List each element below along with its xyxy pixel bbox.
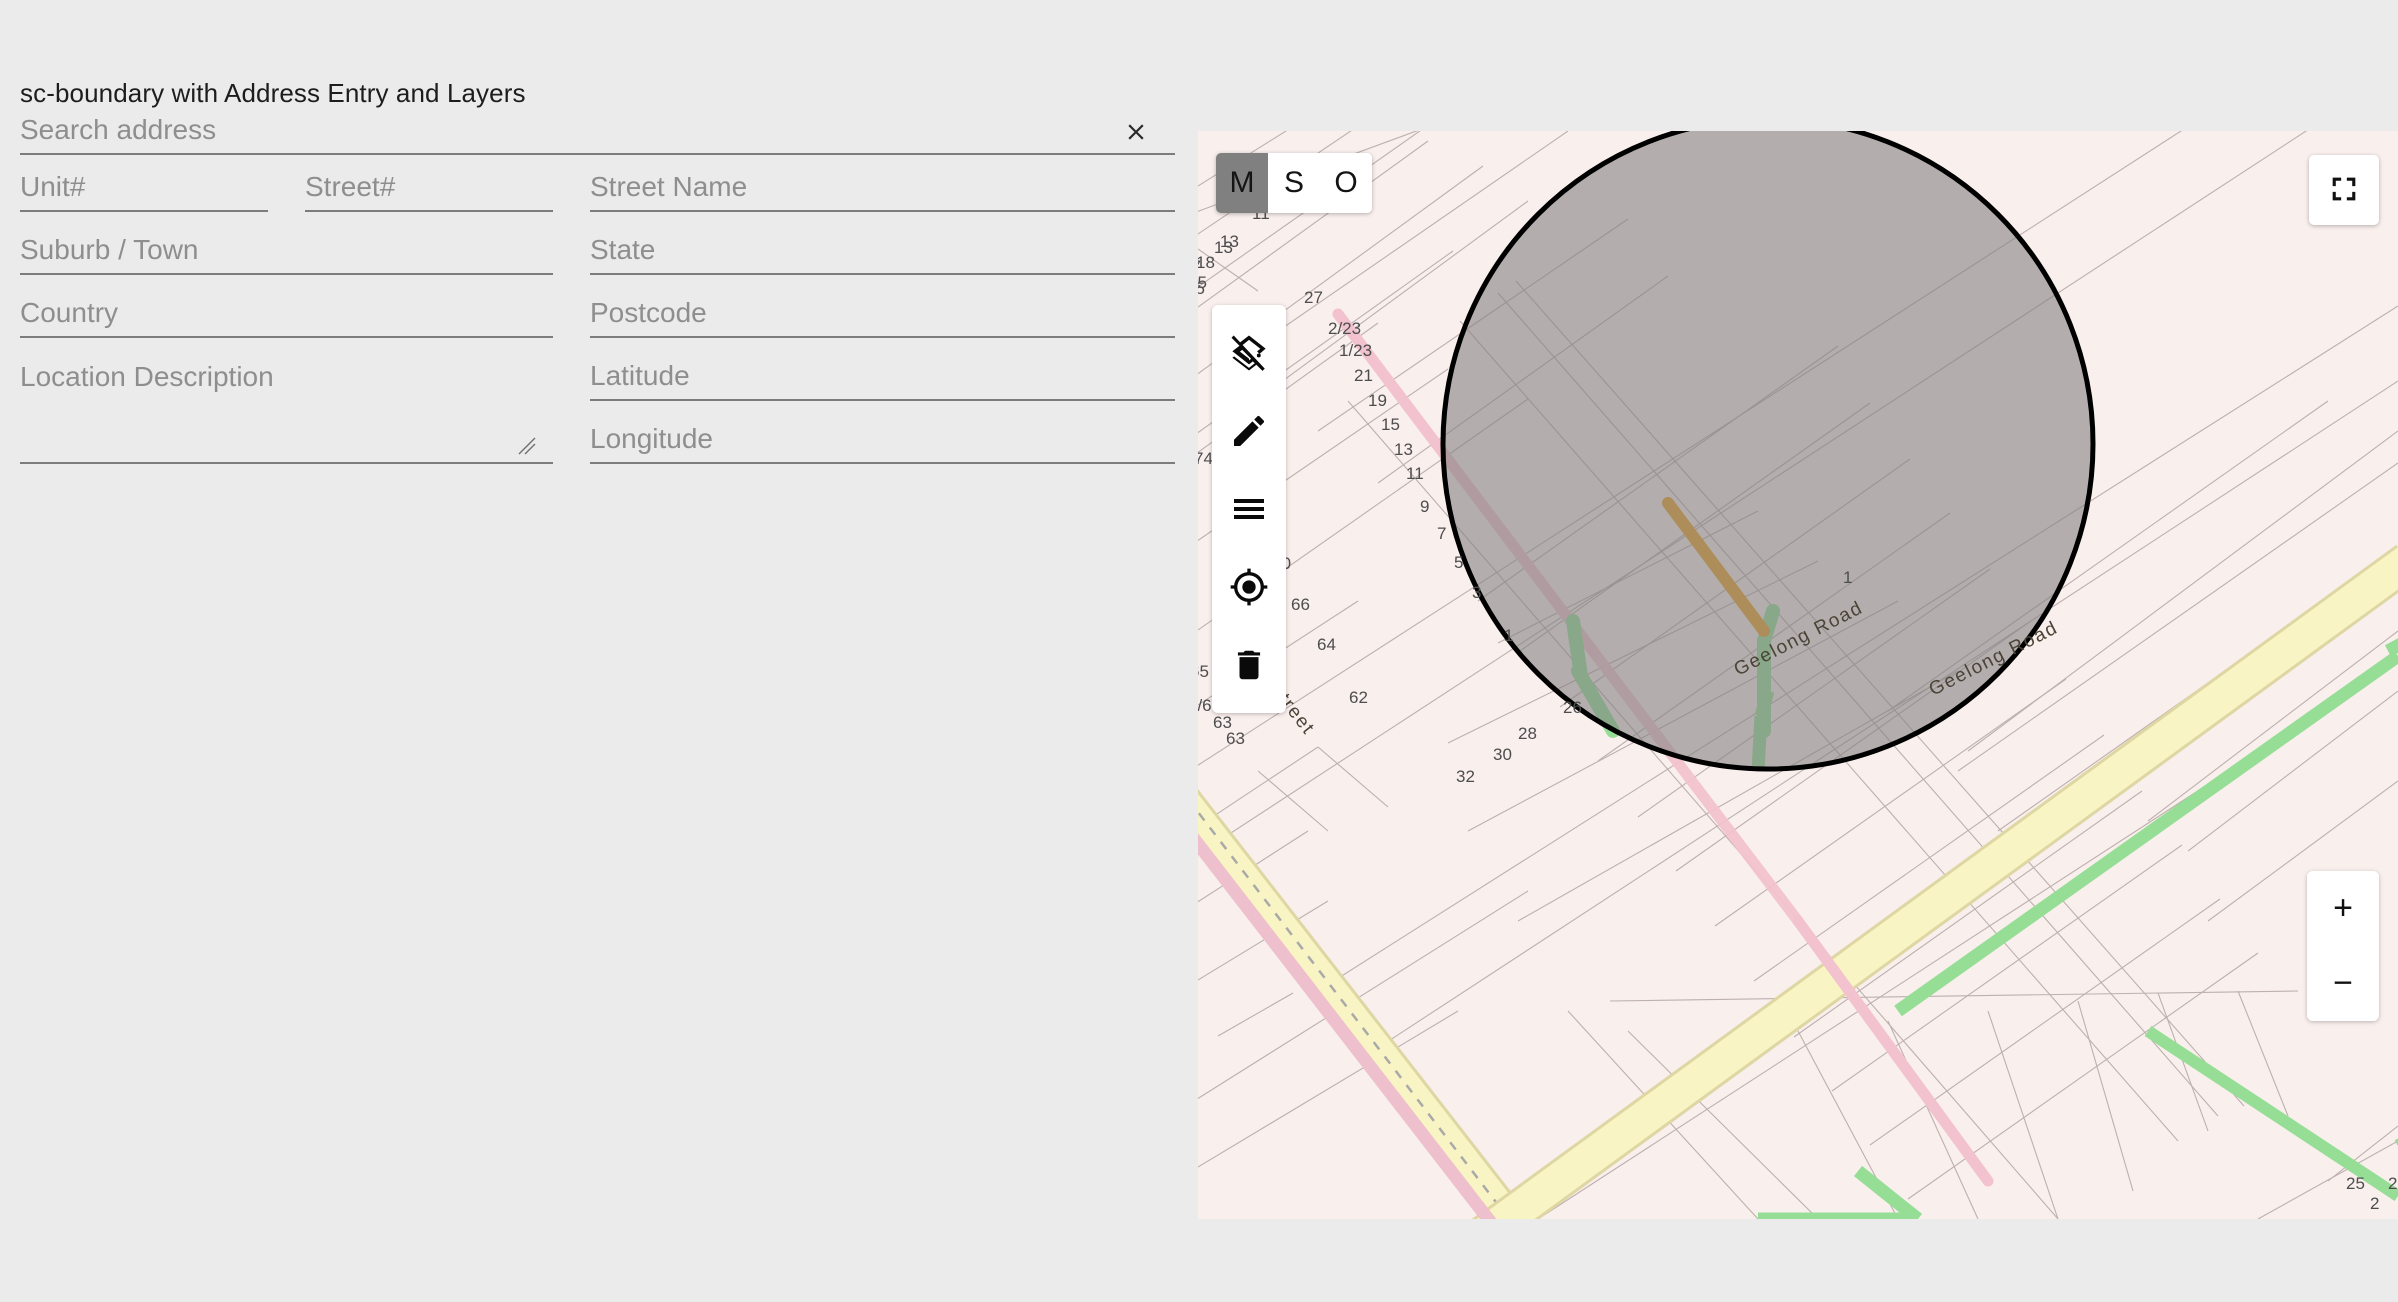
edit-pencil-icon-button[interactable]: [1212, 393, 1286, 471]
country-input[interactable]: [20, 296, 553, 338]
svg-text:19: 19: [1368, 391, 1387, 410]
fullscreen-button[interactable]: [2309, 155, 2379, 225]
svg-text:2: 2: [2388, 1174, 2397, 1193]
fullscreen-icon: [2327, 172, 2361, 209]
svg-text:11: 11: [1406, 464, 1424, 483]
address-entry-panel: sc-boundary with Address Entry and Layer…: [0, 0, 1198, 1302]
svg-text:62: 62: [1349, 688, 1368, 707]
zoom-control-group: + −: [2307, 871, 2379, 1021]
zoom-out-button[interactable]: −: [2307, 946, 2379, 1021]
svg-text:66: 66: [1291, 595, 1310, 614]
delete-trash-icon: [1230, 646, 1268, 687]
svg-text:26: 26: [1563, 698, 1582, 717]
layers-off-icon-button[interactable]: [1212, 315, 1286, 393]
latitude-input[interactable]: [590, 359, 1175, 401]
svg-text:74: 74: [1198, 449, 1213, 468]
edit-pencil-icon: [1229, 411, 1269, 454]
svg-text:7: 7: [1437, 524, 1446, 543]
delete-trash-icon-button[interactable]: [1212, 627, 1286, 705]
svg-text:25: 25: [2346, 1174, 2365, 1193]
svg-text:13: 13: [1214, 238, 1233, 257]
menu-icon: [1229, 489, 1269, 532]
svg-text:5: 5: [1454, 553, 1463, 572]
svg-text:2/23: 2/23: [1328, 319, 1361, 338]
svg-text:1/23: 1/23: [1339, 341, 1372, 360]
svg-text:30: 30: [1493, 745, 1512, 764]
svg-text:17: 17: [1198, 257, 1201, 276]
svg-text:27: 27: [1304, 288, 1323, 307]
svg-text:21: 21: [1354, 366, 1373, 385]
search-address-row: [20, 113, 1175, 159]
state-input[interactable]: [590, 233, 1175, 275]
location-description-input[interactable]: [20, 359, 553, 464]
svg-text:1: 1: [1843, 568, 1852, 587]
svg-text:63: 63: [1226, 729, 1245, 748]
my-location-icon-button[interactable]: [1212, 549, 1286, 627]
svg-text:1: 1: [1504, 626, 1513, 645]
basemap-toggle-group[interactable]: M S O: [1216, 153, 1372, 213]
svg-text:3: 3: [1472, 583, 1481, 602]
svg-text:13: 13: [1394, 440, 1413, 459]
basemap-satellite-button[interactable]: S: [1268, 153, 1320, 213]
unit-number-input[interactable]: [20, 170, 268, 212]
boundary-circle-overlay: [1443, 131, 2093, 769]
svg-text:15: 15: [1198, 279, 1205, 298]
basemap-map-button[interactable]: M: [1216, 153, 1268, 213]
zoom-in-button[interactable]: +: [2307, 871, 2379, 946]
svg-text:28: 28: [1518, 724, 1537, 743]
svg-text:65: 65: [1198, 662, 1209, 681]
basemap-osm-button[interactable]: O: [1320, 153, 1372, 213]
street-name-input[interactable]: [590, 170, 1175, 212]
longitude-input[interactable]: [590, 422, 1175, 464]
suburb-town-input[interactable]: [20, 233, 553, 275]
menu-icon-button[interactable]: [1212, 471, 1286, 549]
street-number-input[interactable]: [305, 170, 553, 212]
postcode-input[interactable]: [590, 296, 1175, 338]
search-input[interactable]: [20, 113, 1175, 155]
map-canvas[interactable]: 18 11 13 15 17 27 2/23 1/23 21 19 15 13 …: [1198, 131, 2398, 1219]
svg-text:9: 9: [1420, 497, 1429, 516]
svg-text:64: 64: [1317, 635, 1336, 654]
svg-text:32: 32: [1456, 767, 1475, 786]
page-title: sc-boundary with Address Entry and Layer…: [20, 78, 526, 109]
map-tool-rail: [1212, 305, 1286, 713]
layers-off-icon: [1228, 332, 1270, 377]
my-location-icon: [1229, 567, 1269, 610]
close-icon[interactable]: [1116, 112, 1156, 152]
svg-text:2: 2: [2370, 1194, 2379, 1213]
svg-text:15: 15: [1381, 415, 1400, 434]
map-vector-layer: 18 11 13 15 17 27 2/23 1/23 21 19 15 13 …: [1198, 131, 2398, 1219]
